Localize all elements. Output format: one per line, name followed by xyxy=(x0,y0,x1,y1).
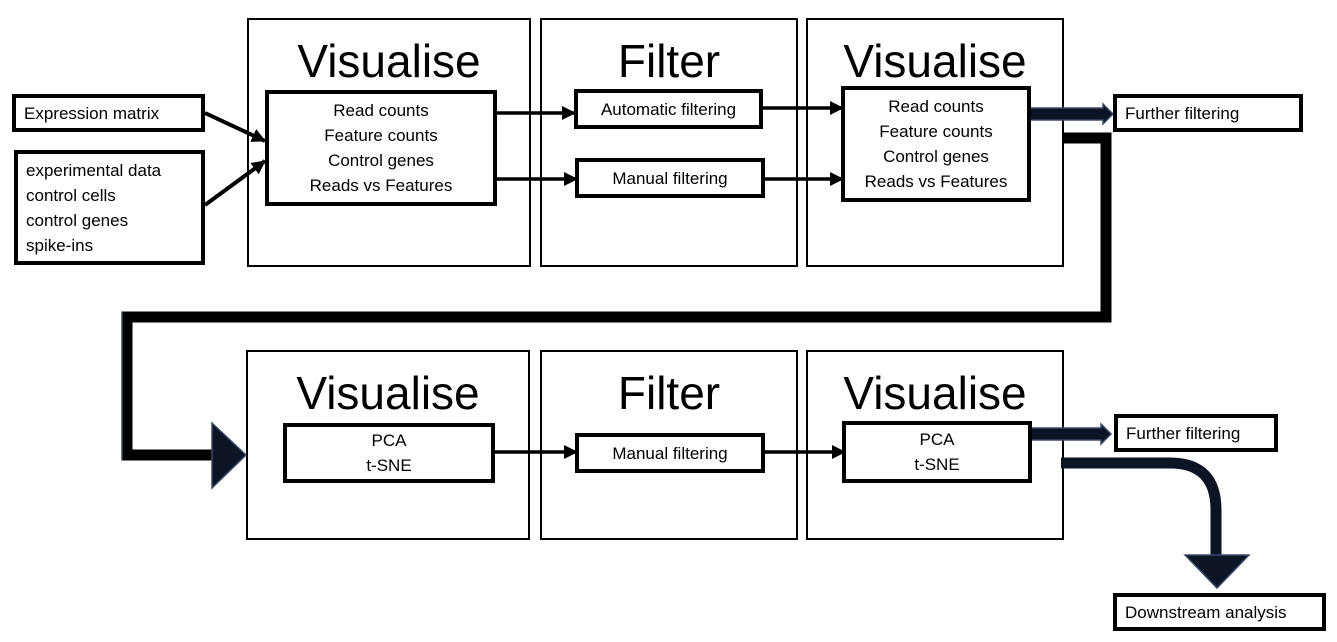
qc-metrics-box-2: Read counts Feature counts Control genes… xyxy=(841,86,1031,202)
dimreduction-box: PCA t-SNE xyxy=(283,423,495,483)
automatic-filtering-label: Automatic filtering xyxy=(600,99,737,119)
metadata-line: spike-ins xyxy=(26,235,94,255)
manual-filtering-box: Manual filtering xyxy=(575,158,765,198)
stage-title: Visualise xyxy=(843,35,1027,87)
expression-matrix-label: Expression matrix xyxy=(24,103,160,123)
stage-title: Visualise xyxy=(297,35,481,87)
stage-title: Filter xyxy=(617,35,721,87)
metadata-line: experimental data xyxy=(26,160,162,180)
further-filtering-box-1: Further filtering xyxy=(1113,94,1303,132)
metric-item: Control genes xyxy=(883,147,989,166)
method-item: t-SNE xyxy=(914,455,960,474)
manual-filtering-label: Manual filtering xyxy=(612,168,728,188)
metadata-box: experimental data control cells control … xyxy=(14,150,205,265)
metric-item: Reads vs Features xyxy=(864,172,1008,191)
metadata-line: control genes xyxy=(26,210,129,230)
further-filtering-box-2: Further filtering xyxy=(1114,414,1278,452)
method-item: PCA xyxy=(371,431,407,450)
stage-title: Visualise xyxy=(296,367,480,419)
loop-arrowhead xyxy=(211,421,248,490)
metric-item: Feature counts xyxy=(324,126,438,145)
stage-title: Filter xyxy=(617,367,721,419)
manual-filtering-box-2: Manual filtering xyxy=(575,433,765,473)
method-item: PCA xyxy=(919,430,955,449)
downstream-analysis-box: Downstream analysis xyxy=(1113,593,1326,631)
downstream-arrowhead xyxy=(1183,554,1251,590)
further-filtering-label: Further filtering xyxy=(1125,103,1240,123)
method-item: t-SNE xyxy=(366,456,412,475)
metric-item: Control genes xyxy=(328,151,434,170)
manual-filtering-label: Manual filtering xyxy=(612,443,728,463)
stage-title: Visualise xyxy=(843,367,1027,419)
metric-item: Read counts xyxy=(333,101,429,120)
metric-item: Read counts xyxy=(888,97,984,116)
expression-matrix-box: Expression matrix xyxy=(12,94,205,132)
metadata-line: control cells xyxy=(26,185,116,205)
automatic-filtering-box: Automatic filtering xyxy=(574,89,763,129)
further-filtering-label: Further filtering xyxy=(1126,423,1241,443)
qc-metrics-box: Read counts Feature counts Control genes… xyxy=(265,90,497,206)
metric-item: Reads vs Features xyxy=(309,176,453,195)
metric-item: Feature counts xyxy=(879,122,993,141)
arrow-to-downstream xyxy=(1061,457,1222,556)
row1-filter-stage: Filter xyxy=(540,18,798,267)
downstream-analysis-label: Downstream analysis xyxy=(1125,602,1287,622)
dimreduction-box-2: PCA t-SNE xyxy=(842,421,1032,483)
